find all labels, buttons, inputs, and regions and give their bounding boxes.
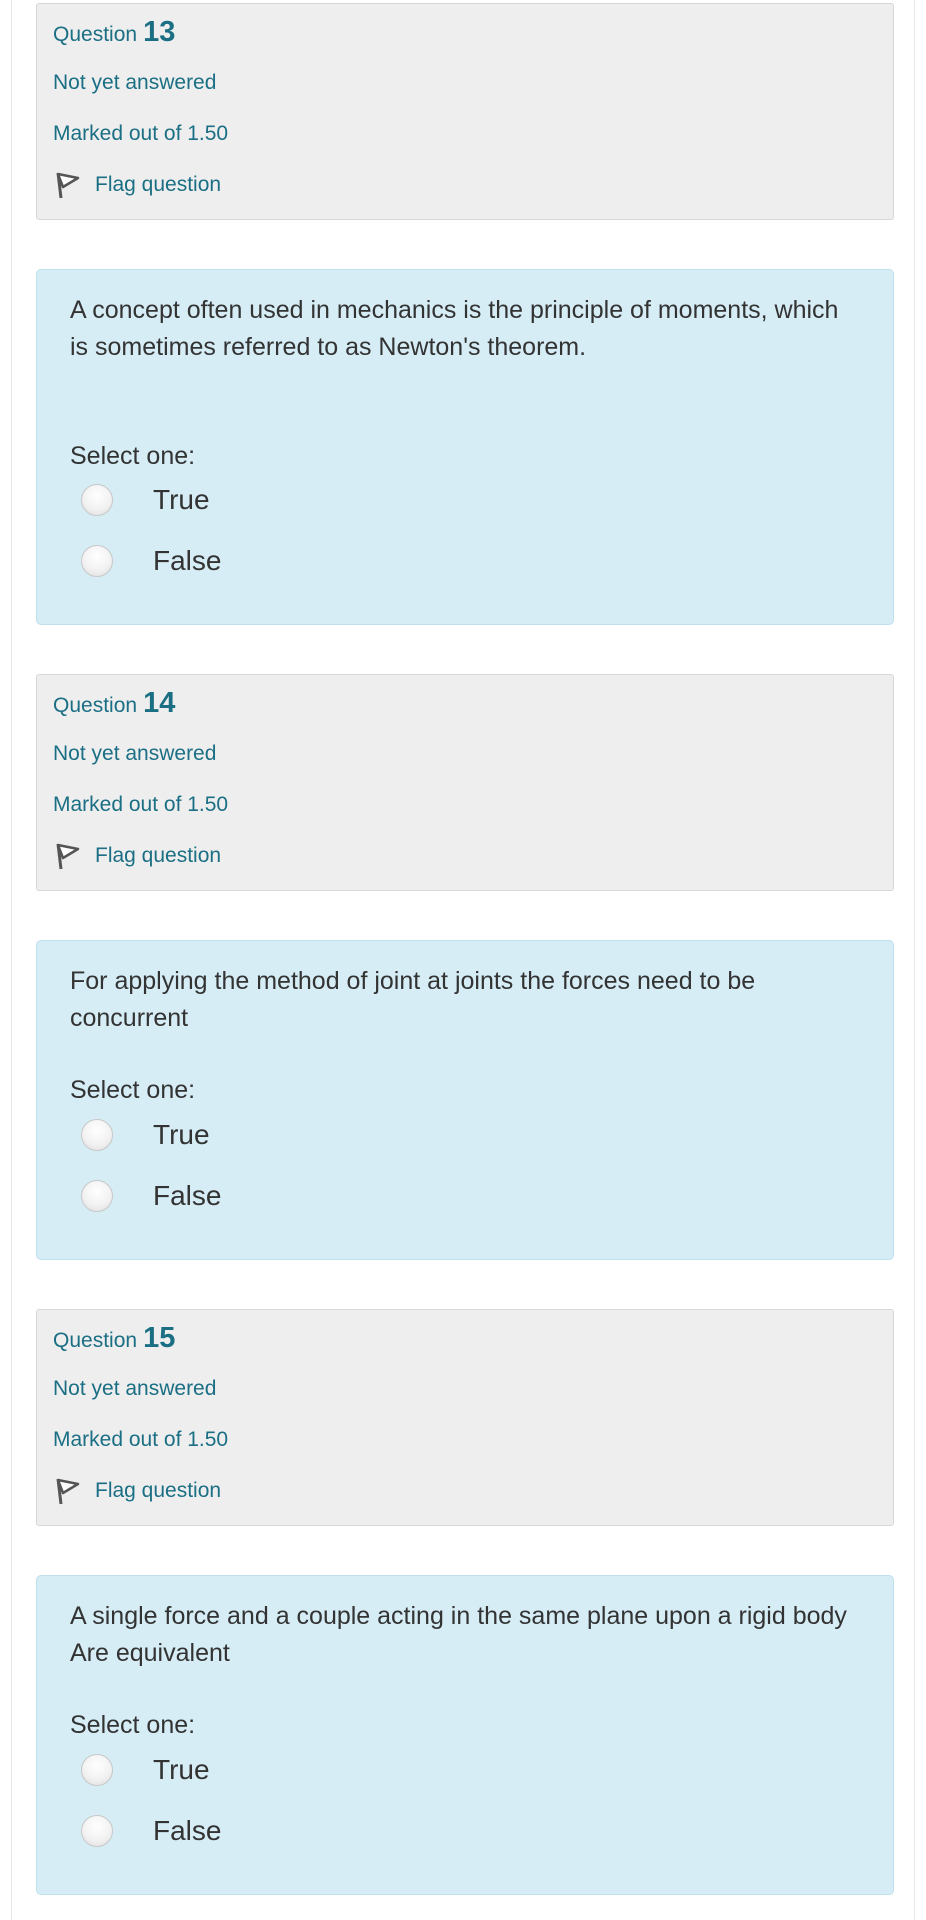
radio-unchecked-icon[interactable] — [81, 1815, 113, 1847]
question-title: Question 13 — [53, 16, 175, 49]
question-content-15: A single force and a couple acting in th… — [36, 1575, 894, 1895]
question-number: 14 — [143, 687, 176, 719]
question-text: A single force and a couple acting in th… — [70, 1602, 847, 1667]
option-true[interactable]: True — [81, 1754, 210, 1786]
option-label: False — [153, 1815, 222, 1846]
flag-icon — [56, 1478, 80, 1505]
option-true[interactable]: True — [81, 484, 210, 516]
radio-unchecked-icon[interactable] — [81, 1119, 113, 1151]
question-info-15: Question 15 Not yet answered Marked out o… — [36, 1309, 894, 1526]
question-text: A concept often used in mechanics is the… — [70, 296, 839, 361]
select-one-prompt: Select one: — [70, 1711, 196, 1739]
question-text: For applying the method of joint at join… — [70, 967, 756, 1032]
question-info-14: Question 14 Not yet answered Marked out o… — [36, 674, 894, 891]
radio-unchecked-icon[interactable] — [81, 1754, 113, 1786]
radio-unchecked-icon[interactable] — [81, 545, 113, 577]
option-false[interactable]: False — [81, 1815, 221, 1847]
question-content-14: For applying the method of joint at join… — [36, 940, 894, 1260]
option-true[interactable]: True — [81, 1119, 210, 1151]
select-one-prompt: Select one: — [70, 1076, 196, 1104]
option-false[interactable]: False — [81, 1180, 221, 1212]
radio-unchecked-icon[interactable] — [81, 1180, 113, 1212]
question-info-13: Question 13 Not yet answered Marked out o… — [36, 3, 894, 220]
option-label: False — [153, 1180, 222, 1211]
option-label: False — [153, 545, 222, 576]
question-state: Not yet answered — [53, 742, 217, 765]
select-one-prompt: Select one: — [70, 442, 196, 470]
option-label: True — [153, 1754, 210, 1785]
flag-question-link[interactable]: Flag question — [53, 1476, 221, 1506]
flag-question-label: Flag question — [95, 173, 222, 196]
question-label: Question — [53, 23, 138, 46]
option-label: True — [153, 484, 210, 515]
question-state: Not yet answered — [53, 1377, 217, 1400]
flag-question-label: Flag question — [95, 1479, 222, 1502]
question-grade: Marked out of 1.50 — [53, 1428, 229, 1451]
flag-question-label: Flag question — [95, 844, 222, 867]
question-content-13: A concept often used in mechanics is the… — [36, 269, 894, 625]
question-grade: Marked out of 1.50 — [53, 793, 229, 816]
question-title: Question 14 — [53, 687, 175, 720]
question-label: Question — [53, 694, 138, 717]
option-label: True — [153, 1119, 210, 1150]
question-number: 13 — [143, 16, 176, 48]
flag-question-link[interactable]: Flag question — [53, 170, 221, 200]
question-label: Question — [53, 1329, 138, 1352]
flag-icon — [56, 172, 80, 199]
question-title: Question 15 — [53, 1322, 175, 1355]
option-false[interactable]: False — [81, 545, 221, 577]
flag-question-link[interactable]: Flag question — [53, 841, 221, 871]
question-grade: Marked out of 1.50 — [53, 122, 229, 145]
question-number: 15 — [143, 1322, 176, 1354]
question-state: Not yet answered — [53, 71, 217, 94]
flag-icon — [56, 843, 80, 870]
radio-unchecked-icon[interactable] — [81, 484, 113, 516]
